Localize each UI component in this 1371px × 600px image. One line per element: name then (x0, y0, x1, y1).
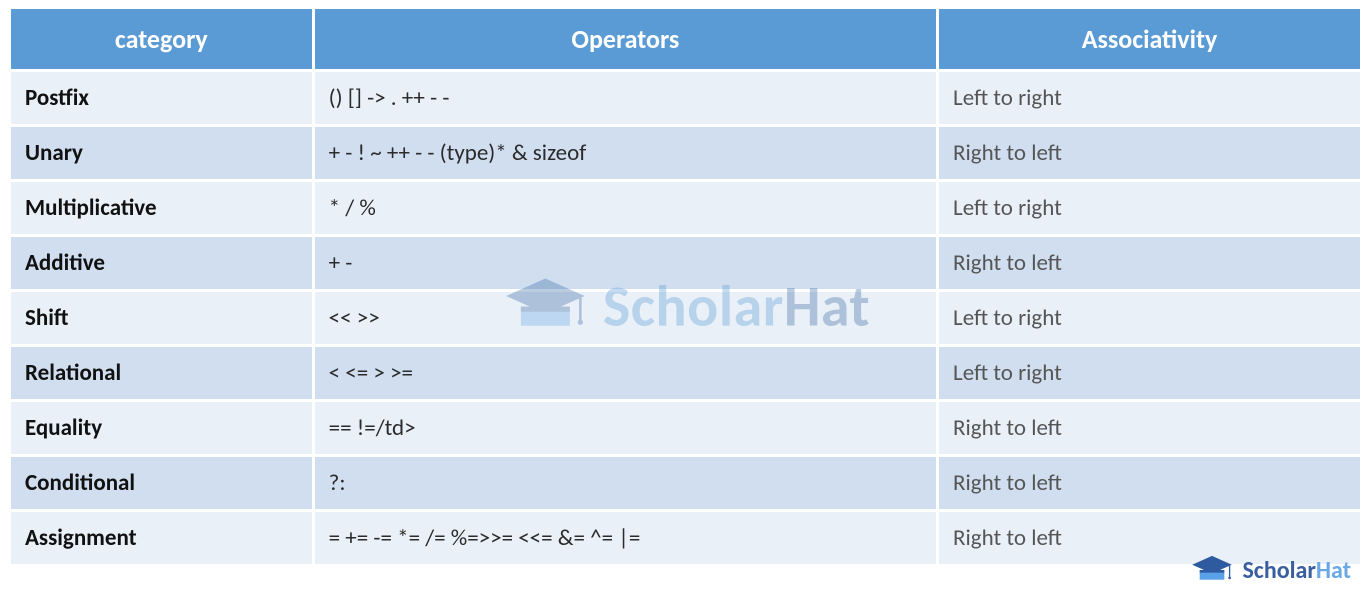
table-row: Postfix() [] -> . ++ - -Left to right (11, 72, 1360, 124)
table-row: Additive+ -Right to left (11, 237, 1360, 289)
table-row: Multiplicative* / %Left to right (11, 182, 1360, 234)
cell-category: Postfix (11, 72, 312, 124)
cell-operators: ?: (315, 457, 936, 509)
cell-operators: * / % (315, 182, 936, 234)
cell-associativity: Left to right (939, 292, 1360, 344)
cell-operators: == !=/td> (315, 402, 936, 454)
cell-operators: < <= > >= (315, 347, 936, 399)
cell-category: Additive (11, 237, 312, 289)
cell-operators: + - (315, 237, 936, 289)
table-row: Assignment= += -= *= /= %=>>= <<= &= ^= … (11, 512, 1360, 564)
table-row: Shift<< >>Left to right (11, 292, 1360, 344)
cell-category: Equality (11, 402, 312, 454)
cell-operators: = += -= *= /= %=>>= <<= &= ^= |= (315, 512, 936, 564)
table-header-row: category Operators Associativity (11, 9, 1360, 69)
table-row: Relational< <= > >=Left to right (11, 347, 1360, 399)
header-category: category (11, 9, 312, 69)
header-associativity: Associativity (939, 9, 1360, 69)
cell-operators: + - ! ~ ++ - - (type)* & sizeof (315, 127, 936, 179)
cell-associativity: Right to left (939, 237, 1360, 289)
table-row: Conditional?:Right to left (11, 457, 1360, 509)
cell-associativity: Right to left (939, 512, 1360, 564)
cell-category: Conditional (11, 457, 312, 509)
cell-associativity: Right to left (939, 402, 1360, 454)
cell-associativity: Left to right (939, 72, 1360, 124)
cell-associativity: Left to right (939, 347, 1360, 399)
cell-category: Relational (11, 347, 312, 399)
cell-category: Shift (11, 292, 312, 344)
table-row: Equality== !=/td>Right to left (11, 402, 1360, 454)
table-body: Postfix() [] -> . ++ - -Left to rightUna… (11, 72, 1360, 564)
cell-category: Unary (11, 127, 312, 179)
cell-associativity: Left to right (939, 182, 1360, 234)
table-row: Unary+ - ! ~ ++ - - (type)* & sizeofRigh… (11, 127, 1360, 179)
cell-category: Multiplicative (11, 182, 312, 234)
cell-associativity: Right to left (939, 457, 1360, 509)
cell-operators: () [] -> . ++ - - (315, 72, 936, 124)
operator-precedence-table: category Operators Associativity Postfix… (8, 6, 1363, 567)
cell-operators: << >> (315, 292, 936, 344)
header-operators: Operators (315, 9, 936, 69)
cell-category: Assignment (11, 512, 312, 564)
cell-associativity: Right to left (939, 127, 1360, 179)
